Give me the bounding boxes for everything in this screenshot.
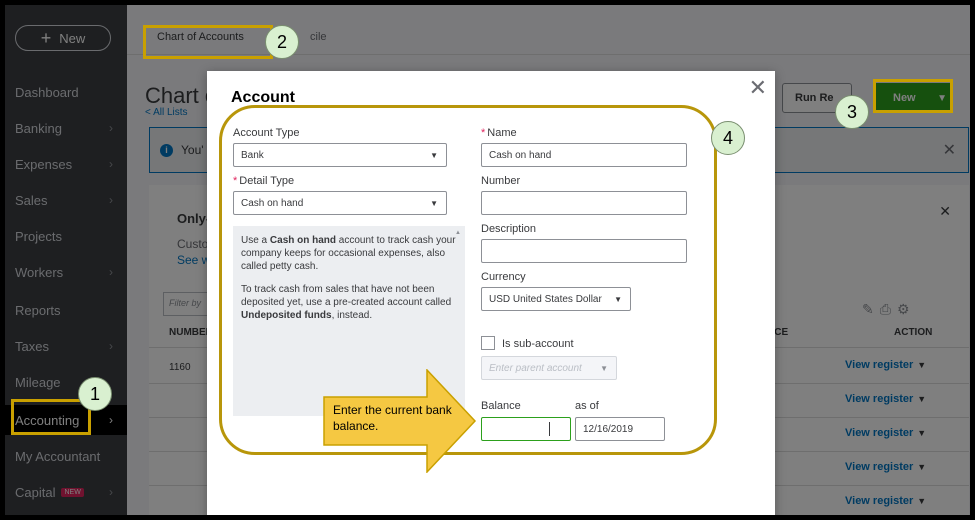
- app-frame: + New Dashboard Banking› Expenses› Sales…: [3, 3, 972, 517]
- step-1-marker: 1: [78, 377, 112, 411]
- step-3-marker: 3: [835, 95, 869, 129]
- step-4-marker: 4: [711, 121, 745, 155]
- tab-highlight-box: [143, 25, 273, 59]
- new-button-highlight-box: [873, 79, 953, 113]
- callout-arrow: Enter the current bank balance.: [323, 369, 483, 473]
- step-2-marker: 2: [265, 25, 299, 59]
- accounting-highlight-box: [11, 399, 91, 435]
- close-icon[interactable]: ✕: [749, 75, 767, 101]
- callout-text: Enter the current bank balance.: [333, 403, 452, 433]
